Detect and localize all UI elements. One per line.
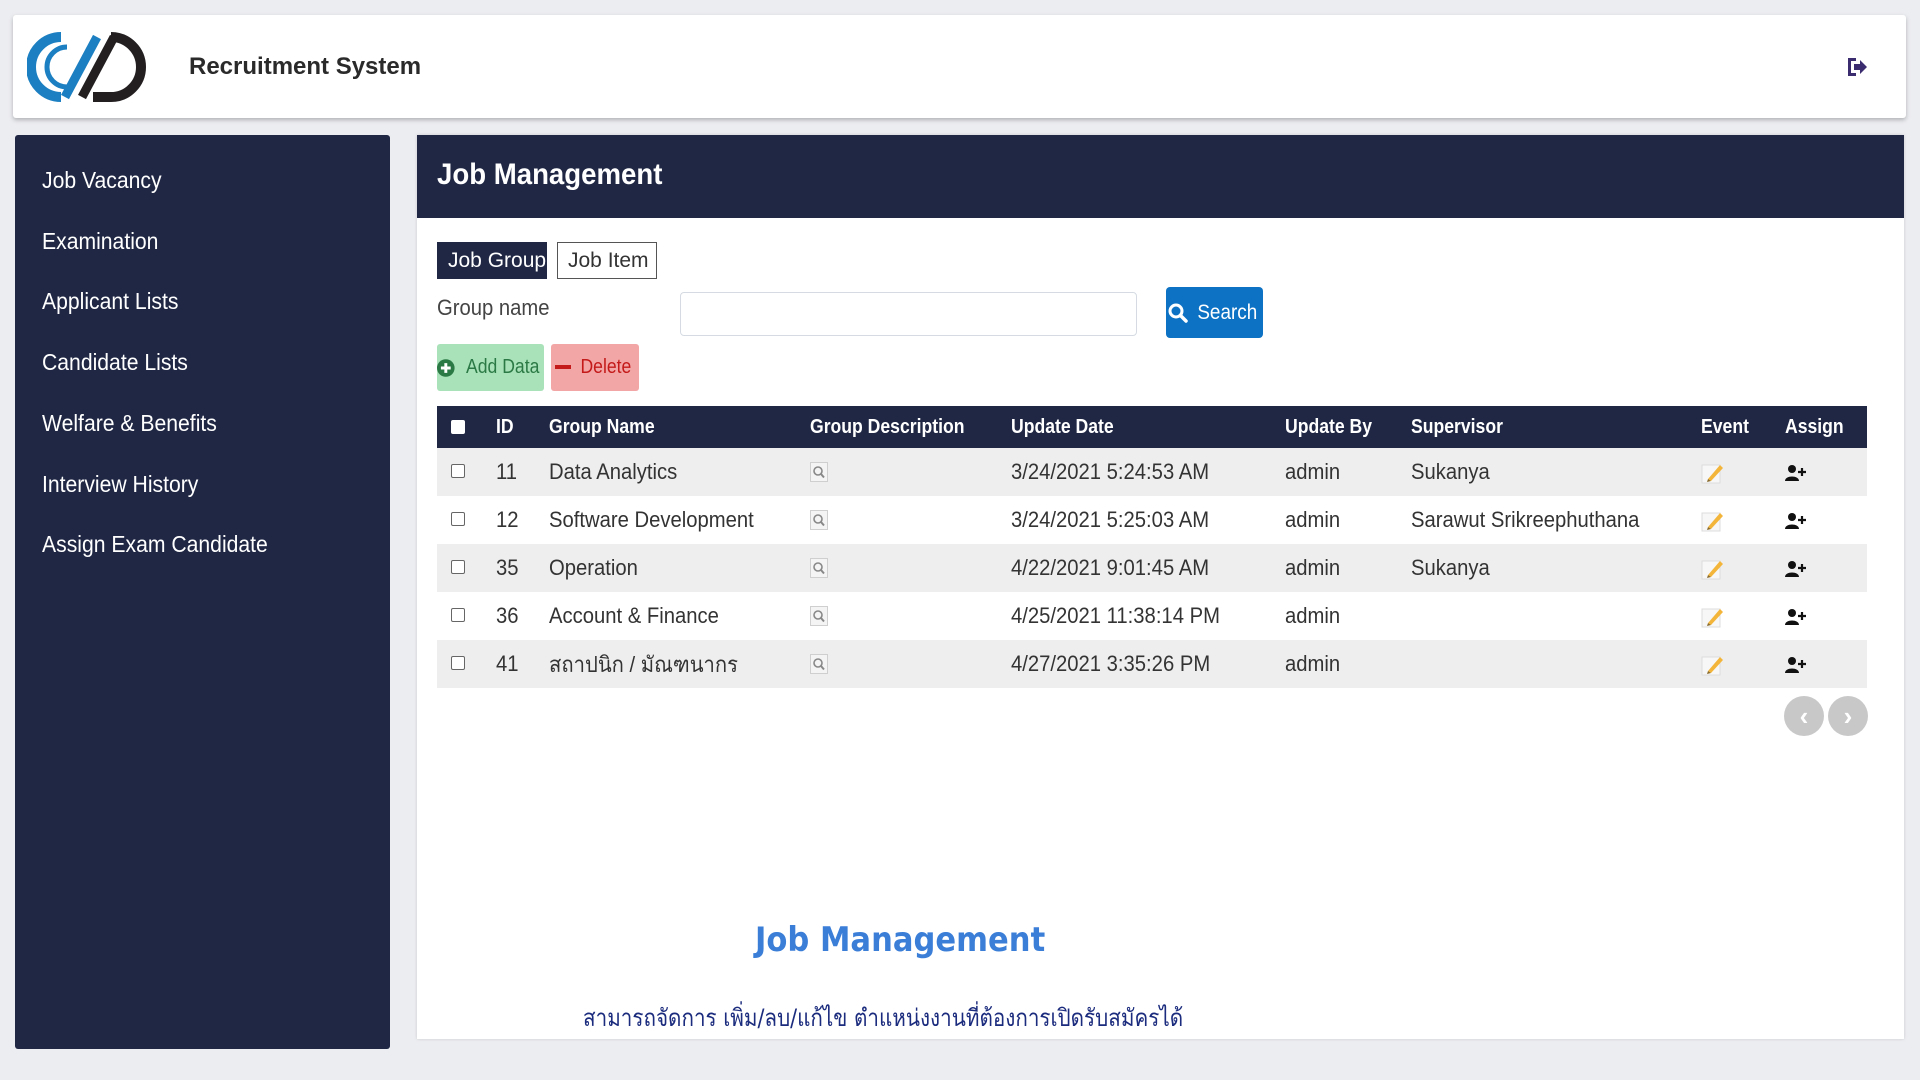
plus-circle-icon <box>437 358 455 377</box>
edit-event-icon[interactable] <box>1701 509 1725 539</box>
cell-update-by: admin <box>1285 651 1341 676</box>
table-row: 11 Data Analytics 3/24/2021 5:24:53 AM admi… <box>437 448 1867 496</box>
cell-update-by: admin <box>1285 507 1341 532</box>
cell-id: 11 <box>496 459 518 484</box>
top-header: Recruitment System <box>13 15 1906 118</box>
column-header-group-description: Group Description <box>810 415 965 438</box>
column-header-group-name: Group Name <box>549 415 655 438</box>
row-checkbox[interactable] <box>451 464 465 478</box>
main-panel: Job Management Job Group Job Item Group … <box>417 135 1904 1039</box>
sidebar-item-assign-exam-candidate[interactable]: Assign Exam Candidate <box>42 531 268 558</box>
cell-supervisor: Sarawut Srikreephuthana <box>1411 507 1640 532</box>
cell-supervisor: Sukanya <box>1411 555 1490 580</box>
assign-user-icon[interactable] <box>1785 558 1807 584</box>
add-data-button[interactable]: Add Data <box>437 344 544 391</box>
cell-id: 36 <box>496 603 519 628</box>
cell-update-by: admin <box>1285 459 1341 484</box>
search-button-label: Search <box>1197 300 1258 324</box>
view-description-icon[interactable] <box>810 510 828 536</box>
tab-job-item[interactable]: Job Item <box>557 242 657 279</box>
company-logo <box>27 32 146 102</box>
main-header: Job Management <box>417 135 1904 218</box>
assign-user-icon[interactable] <box>1785 606 1807 632</box>
edit-event-icon[interactable] <box>1701 605 1725 635</box>
cell-update-date: 4/25/2021 11:38:14 PM <box>1011 603 1220 628</box>
cell-supervisor: Sukanya <box>1411 459 1490 484</box>
minus-icon <box>555 364 572 369</box>
cell-update-date: 4/27/2021 3:35:26 PM <box>1011 651 1211 676</box>
tab-job-group[interactable]: Job Group <box>437 242 547 279</box>
group-name-input[interactable] <box>680 292 1137 336</box>
cell-id: 12 <box>496 507 519 532</box>
promo-description: สามารถจัดการ เพิ่ม/ลบ/แก้ไข ตำแหน่งงานที… <box>583 1004 1184 1032</box>
column-header-update-date: Update Date <box>1011 415 1114 438</box>
table-row: 41 สถาปนิก / มัณฑนากร 4/27/2021 3:35:26 PM… <box>437 640 1867 688</box>
sidebar-item-examination[interactable]: Examination <box>42 228 158 255</box>
cell-group-name: Account & Finance <box>549 603 719 628</box>
column-header-event: Event <box>1701 415 1749 438</box>
edit-event-icon[interactable] <box>1701 557 1725 587</box>
page-title: Job Management <box>437 158 663 191</box>
cell-update-date: 4/22/2021 9:01:45 AM <box>1011 555 1210 580</box>
cell-update-by: admin <box>1285 555 1341 580</box>
cell-group-name: สถาปนิก / มัณฑนากร <box>549 651 739 677</box>
promo-title: Job Management <box>755 920 1046 960</box>
row-checkbox[interactable] <box>451 512 465 526</box>
select-all-checkbox[interactable] <box>451 420 465 434</box>
table-row: 12 Software Development 3/24/2021 5:25:03 … <box>437 496 1867 544</box>
delete-label: Delete <box>580 356 632 378</box>
sidebar-item-applicant-lists[interactable]: Applicant Lists <box>42 288 178 315</box>
sidebar-item-candidate-lists[interactable]: Candidate Lists <box>42 349 188 376</box>
cell-update-date: 3/24/2021 5:25:03 AM <box>1011 507 1210 532</box>
cell-group-name: Operation <box>549 555 638 580</box>
add-data-label: Add Data <box>465 356 539 378</box>
job-group-table: ID Group Name Group Description Update D… <box>437 406 1867 688</box>
sign-out-icon[interactable] <box>1844 55 1868 79</box>
delete-button[interactable]: Delete <box>551 344 639 391</box>
assign-user-icon[interactable] <box>1785 654 1807 680</box>
sidebar: Job Vacancy Examination Applicant Lists … <box>15 135 390 1049</box>
view-description-icon[interactable] <box>810 558 828 584</box>
assign-user-icon[interactable] <box>1785 462 1807 488</box>
sidebar-item-welfare-benefits[interactable]: Welfare & Benefits <box>42 410 217 437</box>
column-header-update-by: Update By <box>1285 415 1373 438</box>
column-header-assign: Assign <box>1785 415 1844 438</box>
table-header: ID Group Name Group Description Update D… <box>437 406 1867 448</box>
column-header-supervisor: Supervisor <box>1411 415 1503 438</box>
sidebar-item-interview-history[interactable]: Interview History <box>42 471 198 498</box>
group-name-label: Group name <box>437 295 550 320</box>
row-checkbox[interactable] <box>451 656 465 670</box>
table-row: 35 Operation 4/22/2021 9:01:45 AM admin Suka… <box>437 544 1867 592</box>
column-header-id: ID <box>496 415 514 438</box>
view-description-icon[interactable] <box>810 654 828 680</box>
edit-event-icon[interactable] <box>1701 653 1725 683</box>
view-description-icon[interactable] <box>810 462 828 488</box>
cell-group-name: Software Development <box>549 507 754 532</box>
cell-group-name: Data Analytics <box>549 459 678 484</box>
prev-page-button[interactable]: ‹ <box>1784 696 1824 736</box>
row-checkbox[interactable] <box>451 560 465 574</box>
cell-update-by: admin <box>1285 603 1341 628</box>
table-row: 36 Account & Finance 4/25/2021 11:38:14 PM… <box>437 592 1867 640</box>
sidebar-item-job-vacancy[interactable]: Job Vacancy <box>42 167 162 194</box>
next-page-button[interactable]: › <box>1828 696 1868 736</box>
cell-update-date: 3/24/2021 5:24:53 AM <box>1011 459 1210 484</box>
row-checkbox[interactable] <box>451 608 465 622</box>
search-icon <box>1168 303 1188 323</box>
app-title: Recruitment System <box>189 53 422 80</box>
edit-event-icon[interactable] <box>1701 461 1725 491</box>
cell-id: 35 <box>496 555 519 580</box>
cell-id: 41 <box>496 651 519 676</box>
view-description-icon[interactable] <box>810 606 828 632</box>
table-body: 11 Data Analytics 3/24/2021 5:24:53 AM admi… <box>437 448 1867 688</box>
assign-user-icon[interactable] <box>1785 510 1807 536</box>
search-button[interactable]: Search <box>1166 287 1263 338</box>
